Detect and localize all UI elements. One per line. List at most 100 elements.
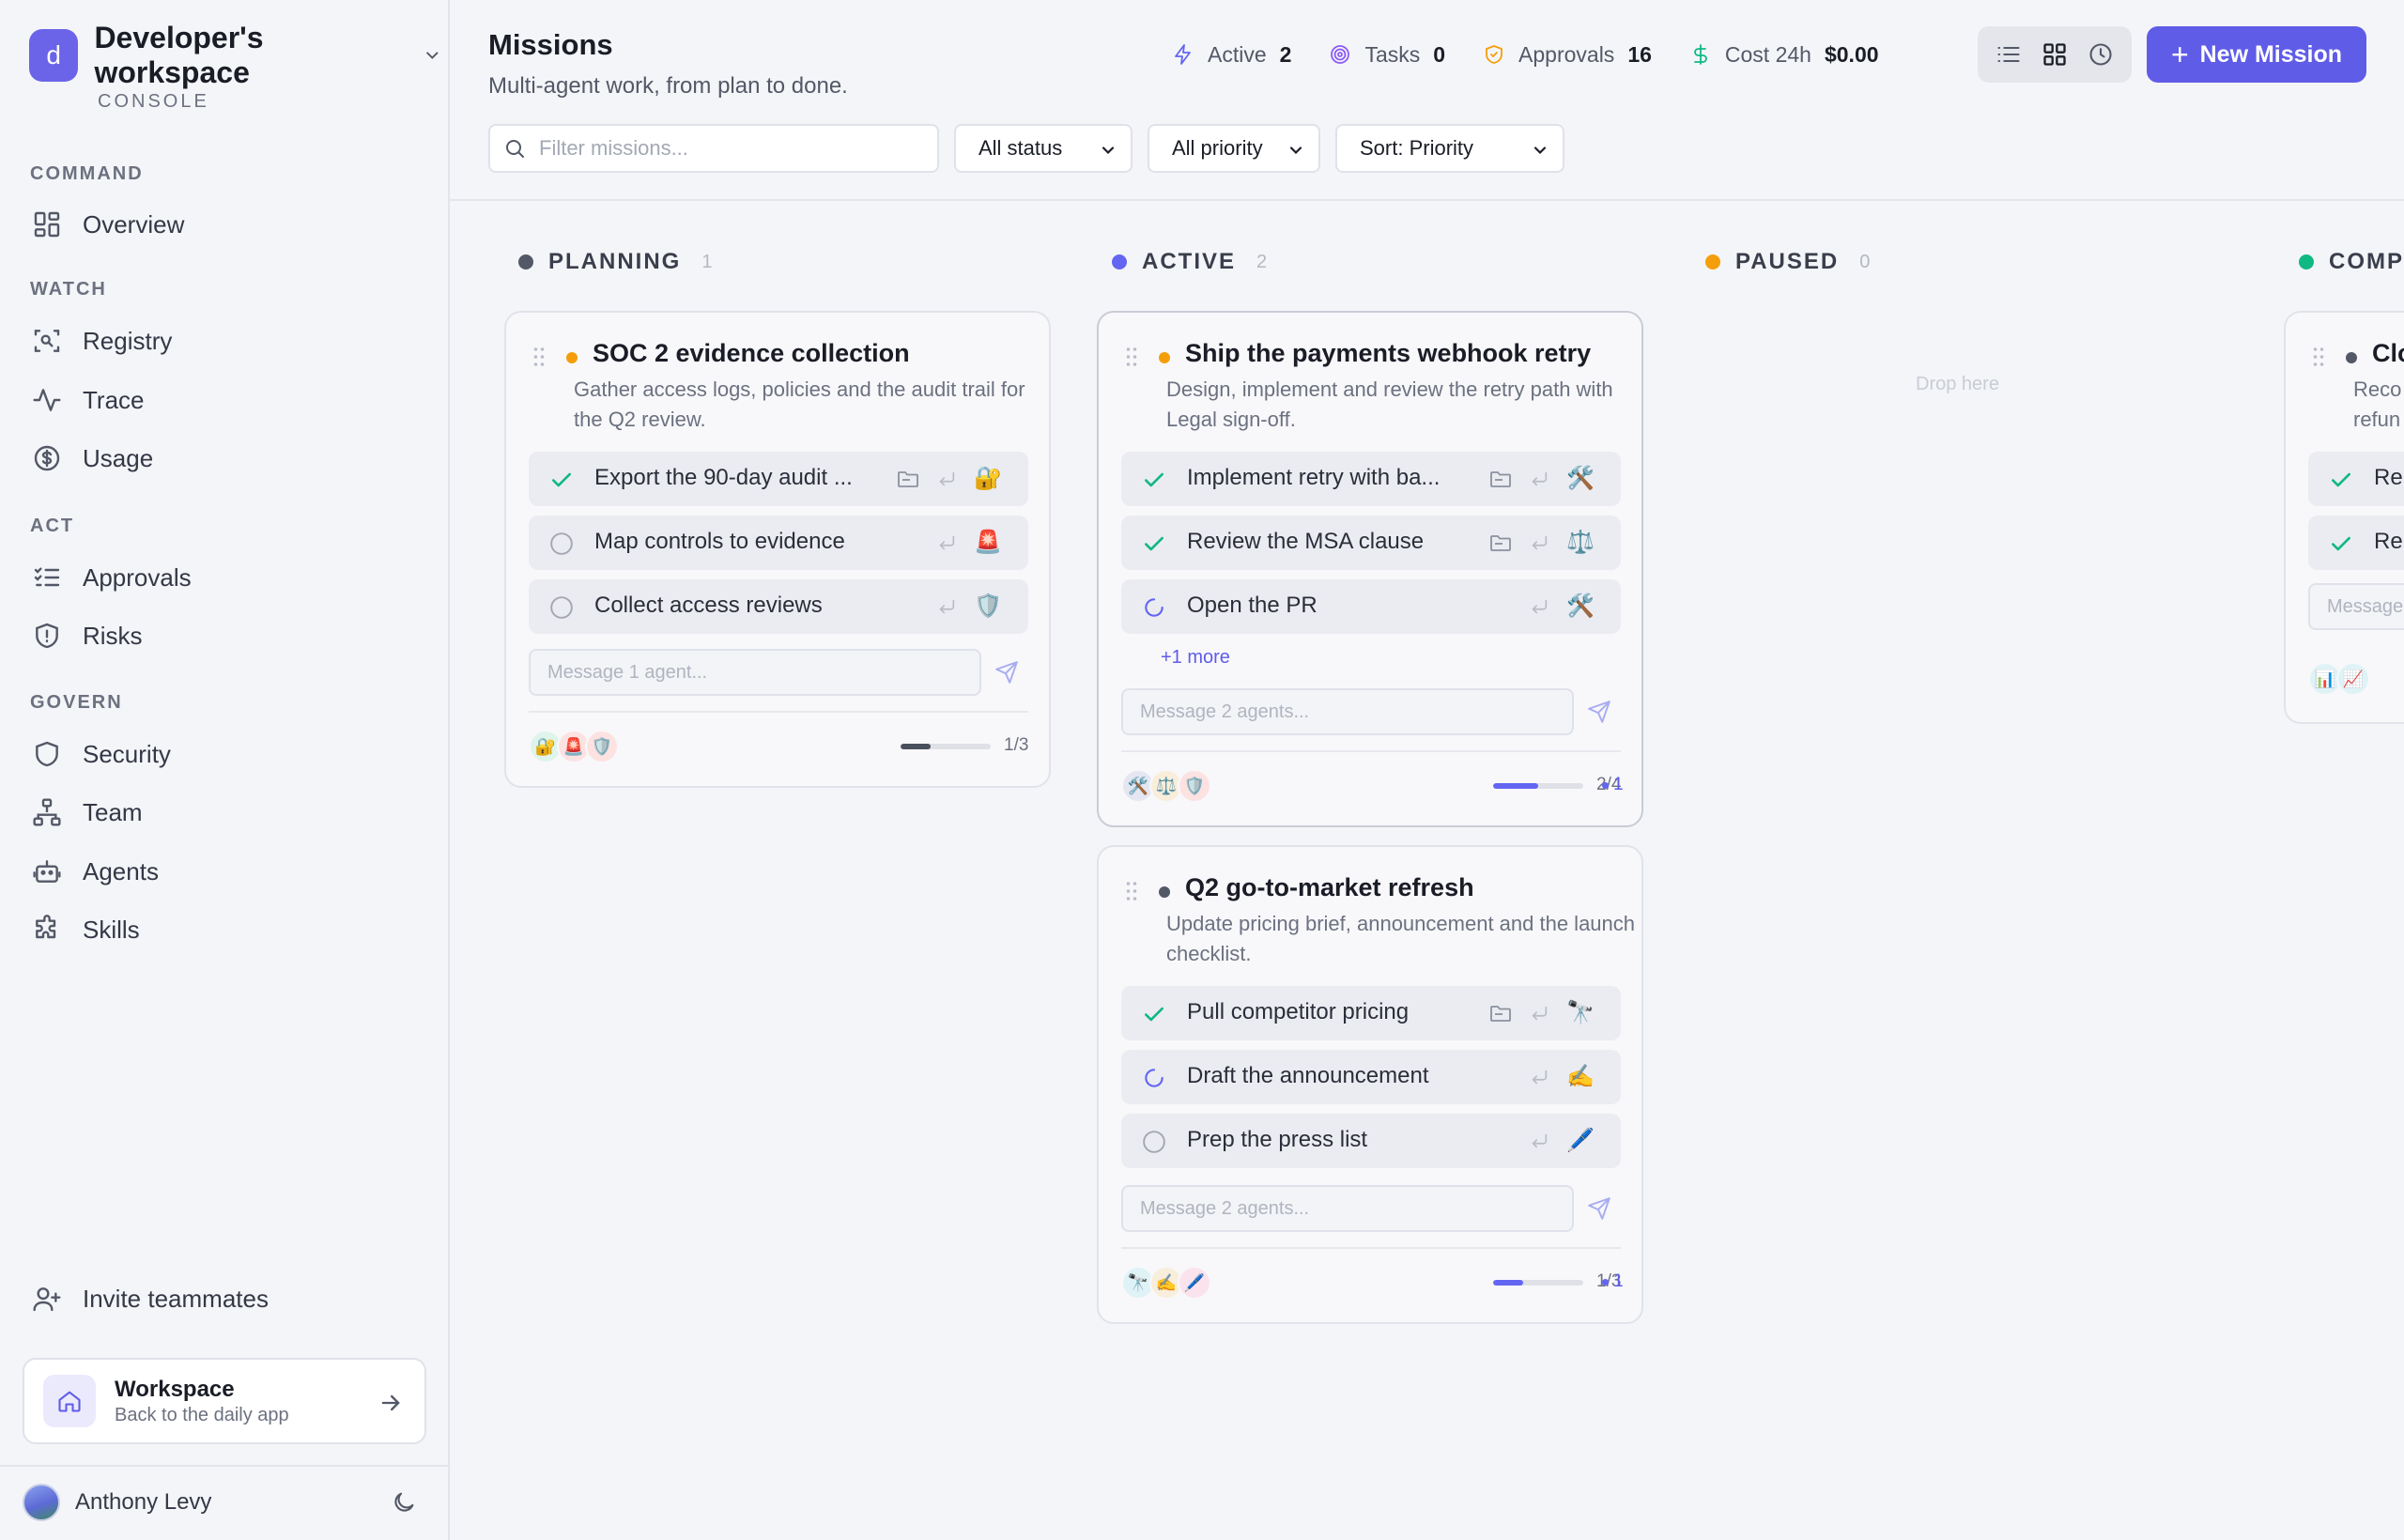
sort-select[interactable]: Sort: Priority — [1335, 124, 1564, 173]
task-row[interactable]: Re — [2308, 452, 2404, 506]
search-input[interactable] — [539, 136, 933, 161]
mission-card-payments[interactable]: Ship the payments webhook retry Design, … — [1097, 311, 1643, 827]
board-view-icon[interactable] — [2042, 41, 2068, 68]
badge-dot — [1602, 1278, 1609, 1286]
sidebar-item-security[interactable]: Security — [32, 732, 171, 776]
workspace-link-card[interactable]: Workspace Back to the daily app — [23, 1358, 426, 1444]
description-line: Reco — [2353, 377, 2402, 401]
agent-avatar[interactable]: 🖊️ — [1178, 1266, 1211, 1300]
new-mission-label: New Mission — [2199, 40, 2343, 68]
send-icon[interactable] — [1587, 700, 1611, 724]
plus-icon: + — [2170, 38, 2189, 71]
stat-active: Active 2 — [1172, 42, 1291, 68]
folder-icon[interactable] — [1489, 469, 1512, 489]
sidebar-item-registry[interactable]: Registry — [32, 319, 172, 362]
list-view-icon[interactable] — [1996, 41, 2022, 68]
moon-icon[interactable] — [391, 1489, 417, 1516]
progress-bar — [1493, 783, 1583, 789]
agent-writing-icon: ✍️ — [1566, 1064, 1595, 1089]
message-input[interactable] — [1140, 701, 1553, 723]
sidebar-item-usage[interactable]: Usage — [32, 437, 153, 480]
agent-avatar[interactable]: 🛡️ — [585, 730, 619, 763]
check-icon — [2332, 536, 2350, 551]
task-row[interactable]: Map controls to evidence 🚨 — [529, 516, 1028, 570]
mission-title: Ship the payments webhook retry — [1185, 339, 1592, 367]
sidebar-item-approvals[interactable]: Approvals — [32, 556, 192, 599]
shield-icon — [36, 741, 58, 767]
reply-icon[interactable] — [936, 532, 957, 553]
drag-handle-icon[interactable] — [2312, 346, 2325, 367]
mission-card-completed[interactable]: Clo Reco refun Re Re 📊 📈 — [2284, 311, 2404, 724]
status-select[interactable]: All status — [954, 124, 1133, 173]
folder-icon[interactable] — [1489, 532, 1512, 553]
active-count-badge: 1 — [1602, 1271, 1624, 1292]
drag-handle-icon[interactable] — [532, 346, 546, 367]
reply-icon[interactable] — [1529, 532, 1549, 553]
invite-teammates-button[interactable]: Invite teammates — [32, 1277, 269, 1320]
sidebar-item-label: Registry — [83, 326, 173, 355]
sidebar-item-agents[interactable]: Agents — [32, 850, 159, 893]
mission-description: Update pricing brief, announcement and t… — [1166, 912, 1636, 965]
task-row[interactable]: Implement retry with ba... 🛠️ — [1121, 452, 1621, 506]
user-plus-icon — [33, 1287, 61, 1312]
reply-icon[interactable] — [936, 469, 957, 489]
reply-icon[interactable] — [1529, 1067, 1549, 1087]
mission-title: Q2 go-to-market refresh — [1185, 873, 1474, 901]
task-row[interactable]: Export the 90-day audit ... 🔐 — [529, 452, 1028, 506]
send-icon[interactable] — [1587, 1196, 1611, 1221]
sidebar-item-risks[interactable]: Risks — [32, 614, 143, 657]
sidebar: d Developer's workspace CONSOLE COMMAND … — [0, 0, 450, 1540]
message-input[interactable] — [547, 661, 961, 684]
sidebar-item-trace[interactable]: Trace — [32, 378, 145, 422]
task-row[interactable]: Re — [2308, 516, 2404, 570]
mission-card-soc2[interactable]: SOC 2 evidence collection Gather access … — [504, 311, 1051, 788]
task-label: Draft the announcement — [1187, 1063, 1429, 1088]
sidebar-item-skills[interactable]: Skills — [32, 908, 140, 951]
sidebar-item-overview[interactable]: Overview — [32, 203, 184, 246]
workspace-card-title: Workspace — [115, 1376, 235, 1402]
agent-avatar[interactable]: 📈 — [2336, 662, 2370, 696]
sidebar-item-label: Risks — [83, 621, 143, 650]
reply-icon[interactable] — [1529, 1003, 1549, 1024]
message-input[interactable] — [1140, 1197, 1553, 1220]
task-row[interactable]: Prep the press list 🖊️ — [1121, 1114, 1621, 1168]
reply-icon[interactable] — [1529, 469, 1549, 489]
drag-handle-icon[interactable] — [1125, 881, 1138, 901]
folder-icon[interactable] — [897, 469, 919, 489]
mission-card-gtm[interactable]: Q2 go-to-market refresh Update pricing b… — [1097, 845, 1643, 1324]
agent-shield-icon: 🛡️ — [974, 593, 1002, 619]
folder-icon[interactable] — [1489, 1003, 1512, 1024]
reply-icon[interactable] — [1529, 596, 1549, 617]
task-row[interactable]: Draft the announcement ✍️ — [1121, 1050, 1621, 1104]
reply-icon[interactable] — [936, 596, 957, 617]
priority-select[interactable]: All priority — [1148, 124, 1320, 173]
task-row[interactable]: Pull competitor pricing 🔭 — [1121, 986, 1621, 1040]
task-row[interactable]: Review the MSA clause ⚖️ — [1121, 516, 1621, 570]
mission-description: Gather access logs, policies and the aud… — [574, 377, 1025, 431]
user-profile[interactable]: Anthony Levy — [23, 1482, 426, 1523]
select-value: Sort: Priority — [1360, 136, 1474, 160]
reply-icon[interactable] — [1529, 1131, 1549, 1151]
home-icon — [58, 1391, 81, 1412]
more-tasks-link[interactable]: +1 more — [1161, 647, 1230, 669]
chevron-down-icon — [426, 52, 439, 59]
clock-icon[interactable] — [2088, 41, 2114, 68]
circle-pending-icon — [550, 596, 573, 619]
filter-missions — [488, 124, 939, 173]
stat-label: Approvals — [1518, 41, 1615, 67]
task-row[interactable]: Collect access reviews 🛡️ — [529, 579, 1028, 634]
puzzle-icon — [36, 915, 56, 939]
message-input[interactable] — [2327, 595, 2404, 618]
task-row[interactable]: Open the PR 🛠️ — [1121, 579, 1621, 634]
select-value: All status — [979, 136, 1063, 160]
card-divider — [1121, 1247, 1621, 1249]
send-icon[interactable] — [994, 660, 1019, 685]
section-command: COMMAND — [30, 163, 144, 184]
drag-handle-icon[interactable] — [1125, 346, 1138, 367]
sidebar-item-team[interactable]: Team — [32, 791, 143, 834]
check-icon — [1145, 1007, 1163, 1022]
agent-avatar[interactable]: 🛡️ — [1178, 769, 1211, 803]
new-mission-button[interactable]: + New Mission — [2147, 26, 2366, 83]
workspace-switcher[interactable]: d Developer's workspace — [29, 21, 442, 89]
stat-cost: Cost 24h $0.00 — [1689, 42, 1879, 68]
